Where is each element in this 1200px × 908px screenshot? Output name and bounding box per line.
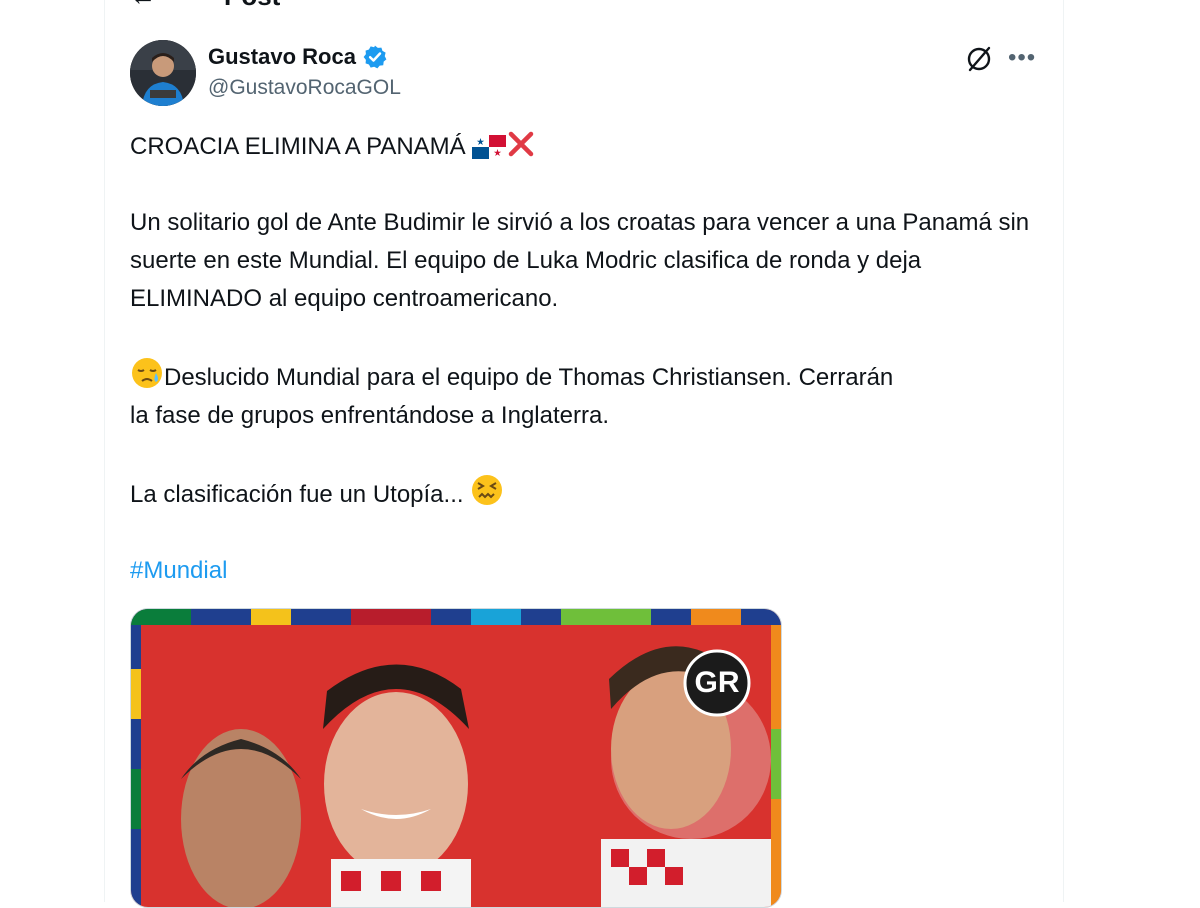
back-arrow-icon[interactable]: ← — [130, 0, 160, 9]
post-header: ← Post — [130, 0, 280, 9]
post-paragraph-4: La clasificación fue un Utopía... — [130, 473, 1040, 514]
post-media-image[interactable]: GR — [130, 608, 782, 908]
more-icon[interactable]: ••• — [1008, 46, 1036, 70]
author-handle[interactable]: @GustavoRocaGOL — [208, 76, 401, 100]
watermark-logo: GR — [694, 666, 740, 699]
post-paragraph-4-text: La clasificación fue un Utopía... — [130, 481, 464, 508]
post-paragraph-3-line-1: Deslucido Mundial para el equipo de Thom… — [164, 364, 894, 391]
hashtag-link[interactable]: #Mundial — [130, 557, 227, 584]
confounded-face-icon — [472, 475, 503, 505]
post-paragraph-3-line-2: la fase de grupos enfrentándose a Inglat… — [130, 402, 609, 429]
avatar[interactable] — [130, 40, 196, 106]
cross-mark-icon — [509, 131, 534, 157]
verified-badge-icon — [363, 45, 387, 69]
author-name[interactable]: Gustavo Roca — [208, 44, 356, 70]
post-line-1: CROACIA ELIMINA A PANAMÁ — [130, 128, 1040, 166]
author-block: Gustavo Roca @GustavoRocaGOL — [208, 44, 401, 100]
post-headline: CROACIA ELIMINA A PANAMÁ — [130, 133, 466, 160]
media-photo — [131, 609, 781, 907]
author-name-row: Gustavo Roca — [208, 44, 401, 70]
post-paragraph-3: Deslucido Mundial para el equipo de Thom… — [130, 356, 1040, 435]
sad-face-icon — [132, 358, 162, 388]
page-title: Post — [224, 0, 280, 9]
post-paragraph-2: Un solitario gol de Ante Budimir le sirv… — [130, 209, 1030, 312]
post-text: CROACIA ELIMINA A PANAMÁ Un solitario go… — [130, 128, 1040, 590]
panama-flag-icon — [472, 135, 507, 159]
grok-icon[interactable] — [964, 44, 994, 74]
post-hashtag-line: #Mundial — [130, 552, 1040, 590]
